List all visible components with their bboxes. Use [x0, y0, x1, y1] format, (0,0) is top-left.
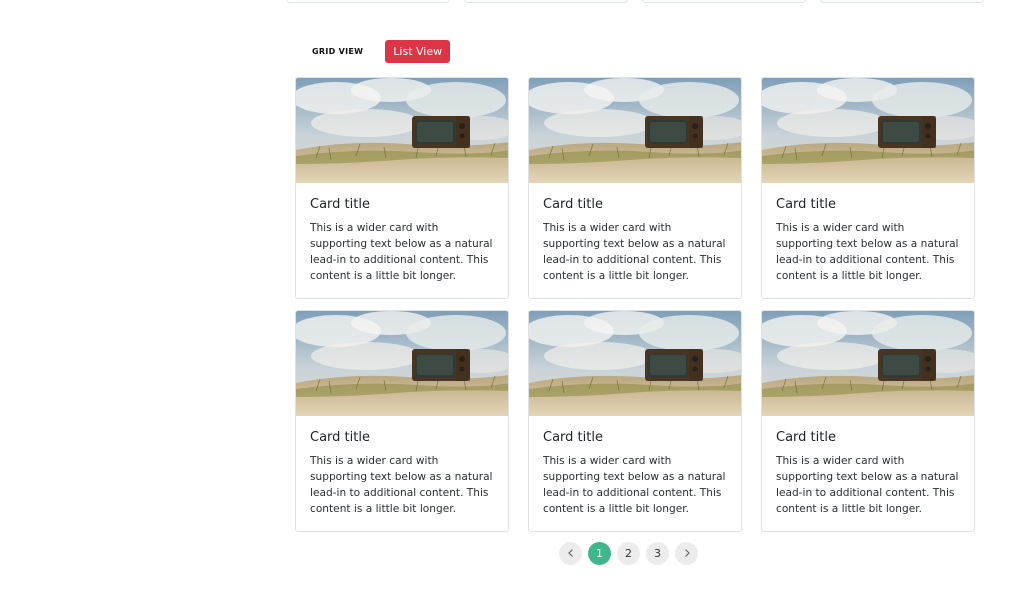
card-image: [762, 78, 974, 183]
pagination: 1 2 3: [559, 542, 698, 565]
card-image: [762, 311, 974, 416]
top-cards-row: [286, 0, 984, 3]
card-body: Card title This is a wider card with sup…: [762, 416, 974, 517]
pagination-page-2[interactable]: 2: [617, 542, 640, 565]
card: Card title This is a wider card with sup…: [528, 77, 742, 299]
card-body: Card title This is a wider card with sup…: [529, 416, 741, 517]
pagination-page-1[interactable]: 1: [588, 542, 611, 565]
top-card: [464, 0, 628, 3]
card: Card title This is a wider card with sup…: [761, 310, 975, 532]
top-card: [286, 0, 450, 3]
chevron-left-icon: [566, 548, 576, 560]
card-body: Card title This is a wider card with sup…: [762, 183, 974, 284]
card-text: This is a wider card with supporting tex…: [310, 455, 493, 515]
card-text: This is a wider card with supporting tex…: [776, 222, 959, 282]
card-title: Card title: [543, 430, 603, 445]
card: Card title This is a wider card with sup…: [761, 77, 975, 299]
card: Card title This is a wider card with sup…: [295, 310, 509, 532]
top-card: [642, 0, 806, 3]
card-image: [529, 311, 741, 416]
chevron-right-icon: [682, 548, 692, 560]
card-text: This is a wider card with supporting tex…: [543, 222, 726, 282]
pagination-prev-button[interactable]: [559, 542, 582, 565]
card-title: Card title: [776, 197, 836, 212]
card-body: Card title This is a wider card with sup…: [529, 183, 741, 284]
pagination-next-button[interactable]: [675, 542, 698, 565]
grid-view-button[interactable]: GRID VIEW: [298, 41, 377, 62]
pagination-page-3[interactable]: 3: [646, 542, 669, 565]
top-card: [820, 0, 984, 3]
card-body: Card title This is a wider card with sup…: [296, 416, 508, 517]
card-text: This is a wider card with supporting tex…: [543, 455, 726, 515]
card-image: [296, 78, 508, 183]
card-image: [296, 311, 508, 416]
card-title: Card title: [310, 197, 370, 212]
card-body: Card title This is a wider card with sup…: [296, 183, 508, 284]
card: Card title This is a wider card with sup…: [528, 310, 742, 532]
card-grid: Card title This is a wider card with sup…: [295, 77, 975, 532]
card-title: Card title: [310, 430, 370, 445]
card: Card title This is a wider card with sup…: [295, 77, 509, 299]
view-toggle: GRID VIEW List View: [298, 40, 451, 63]
card-image: [529, 78, 741, 183]
list-view-button[interactable]: List View: [385, 40, 451, 63]
card-title: Card title: [543, 197, 603, 212]
card-text: This is a wider card with supporting tex…: [310, 222, 493, 282]
card-text: This is a wider card with supporting tex…: [776, 455, 959, 515]
card-title: Card title: [776, 430, 836, 445]
